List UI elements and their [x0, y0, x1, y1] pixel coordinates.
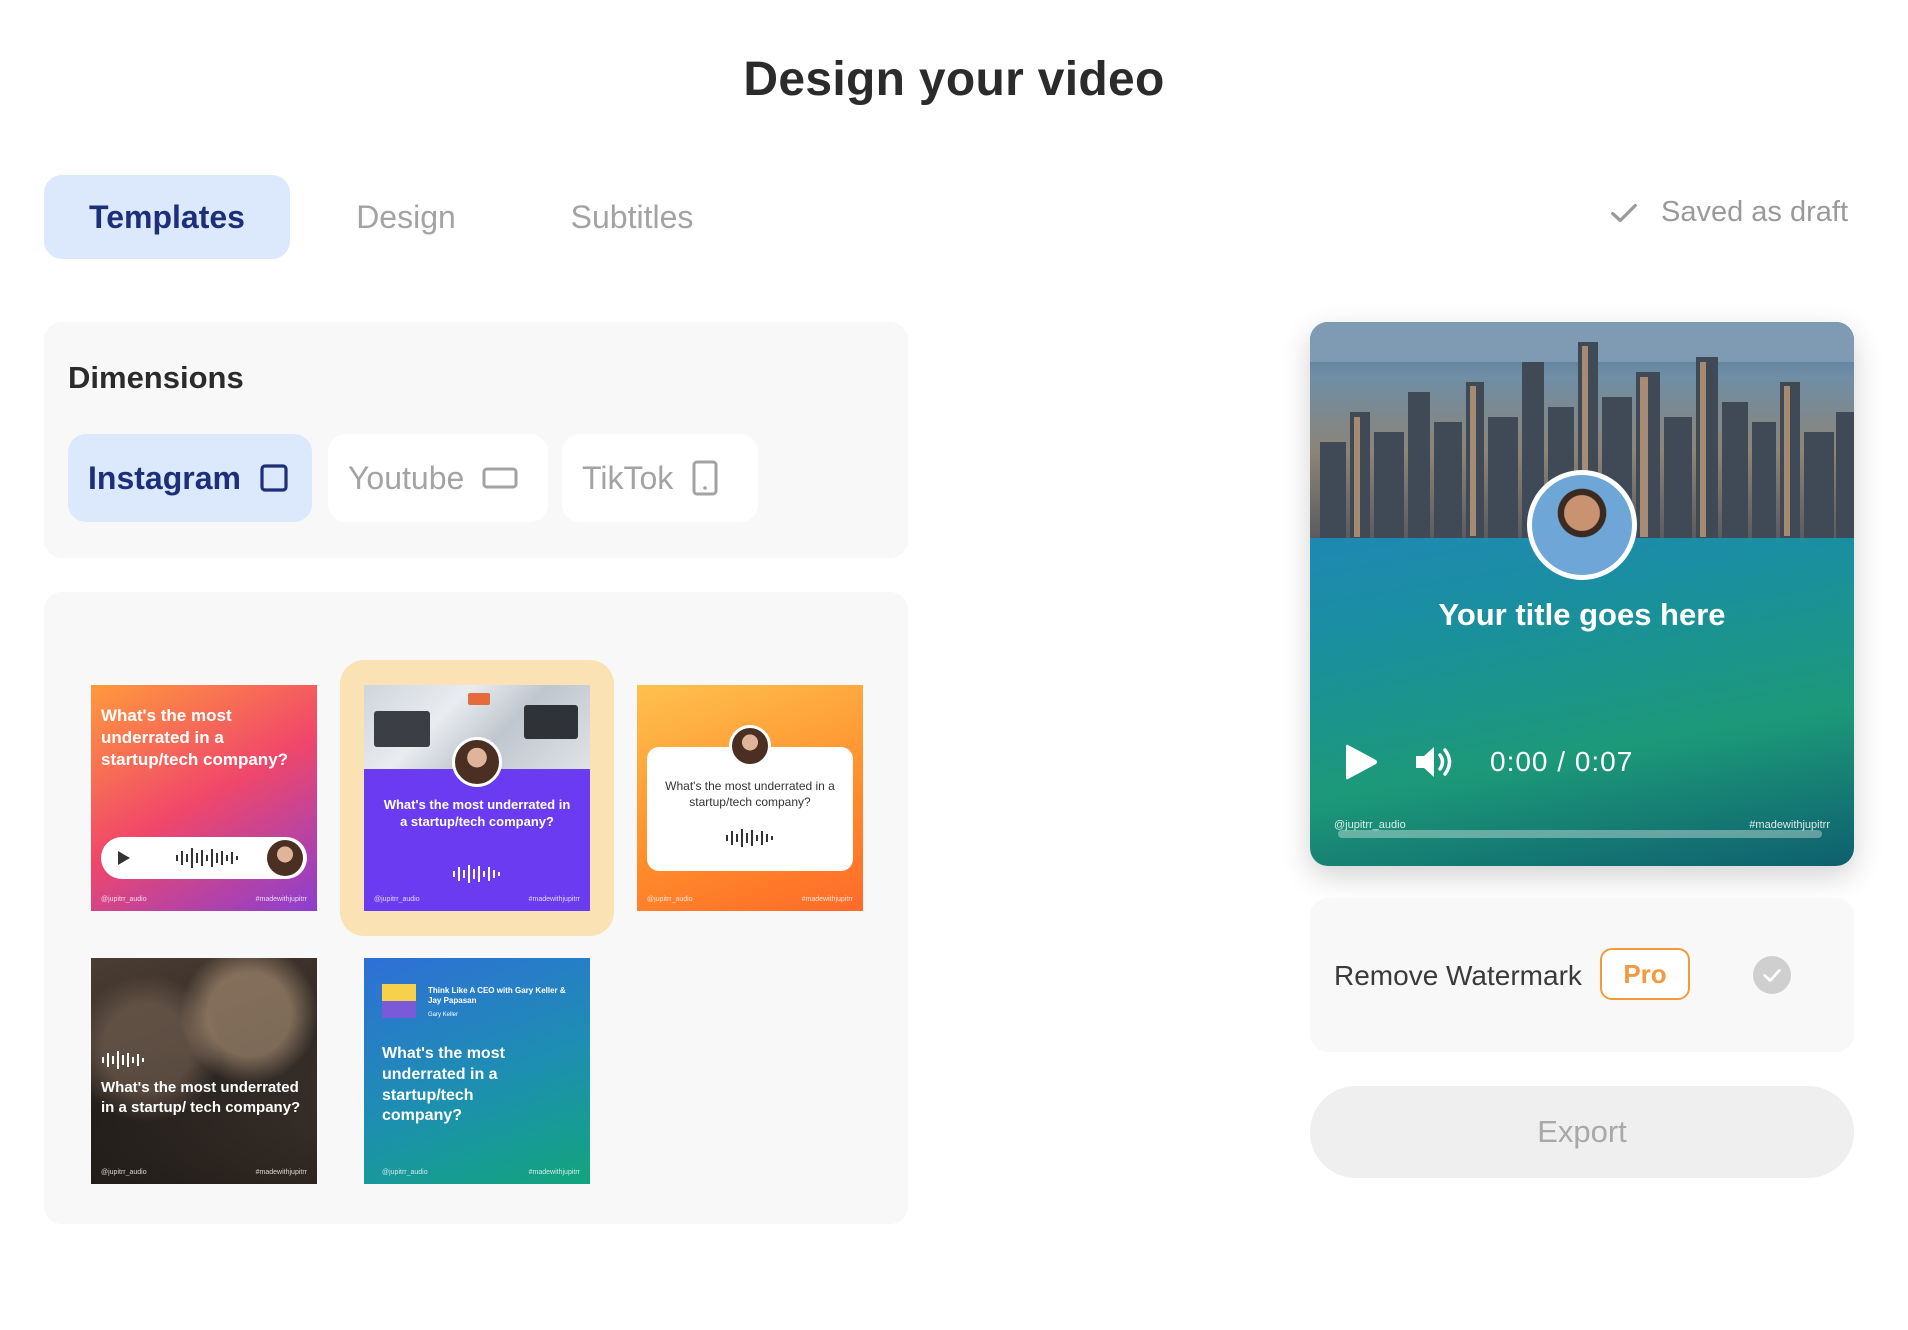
dimension-tiktok-button[interactable]: TikTok	[562, 434, 758, 522]
volume-icon[interactable]	[1414, 744, 1456, 780]
avatar	[267, 840, 303, 876]
portrait-icon	[692, 460, 718, 496]
saved-status: Saved as draft	[1609, 196, 1848, 229]
template-question: What's the most underrated in a startup/…	[382, 1045, 505, 1125]
avatar	[452, 737, 502, 787]
podcast-title: Think Like A CEO with Gary Keller & Jay …	[428, 986, 566, 1006]
template-tag: #madewithjupitrr	[801, 896, 853, 903]
remove-watermark-toggle[interactable]	[1753, 956, 1791, 994]
template-question: What's the most underrated in a startup/…	[101, 706, 289, 770]
dimensions-title: Dimensions	[68, 360, 244, 395]
host-avatar	[1527, 470, 1637, 580]
template-card-3[interactable]: What's the most underrated in a startup/…	[637, 685, 863, 911]
dimension-label: TikTok	[582, 459, 674, 496]
play-icon[interactable]	[1340, 742, 1380, 782]
template-handle: @jupitrr_audio	[374, 896, 420, 903]
dimension-youtube-button[interactable]: Youtube	[328, 434, 548, 522]
saved-status-text: Saved as draft	[1661, 196, 1848, 228]
podcast-host: Gary Keller	[428, 1012, 459, 1018]
check-icon	[1611, 203, 1637, 222]
template-handle: @jupitrr_audio	[647, 896, 693, 903]
audio-player-bar	[101, 837, 307, 879]
page-title: Design your video	[743, 53, 1165, 106]
waveform-icon	[102, 1051, 144, 1069]
preview-tag: #madewithjupitrr	[1749, 819, 1830, 831]
video-preview: Your title goes here 0:00 / 0:07 @jupitr…	[1310, 322, 1854, 866]
template-card-1[interactable]: What's the most underrated in a startup/…	[91, 685, 317, 911]
pro-badge[interactable]: Pro	[1600, 948, 1690, 1000]
playback-time: 0:00 / 0:07	[1490, 746, 1634, 777]
waveform-icon	[453, 865, 500, 883]
template-tag: #madewithjupitrr	[528, 1169, 580, 1176]
dimension-label: Youtube	[348, 459, 465, 496]
preview-handle: @jupitrr_audio	[1334, 819, 1406, 831]
playback-progress-bar[interactable]	[1338, 830, 1822, 838]
dimensions-panel: Dimensions Instagram Youtube TikTok	[44, 322, 908, 558]
template-tag: #madewithjupitrr	[255, 1169, 307, 1176]
template-question: What's the most underrated in a startup/…	[665, 779, 835, 809]
tab-subtitles[interactable]: Subtitles	[522, 175, 742, 259]
landscape-icon	[482, 467, 518, 489]
template-question: What's the most underrated in a startup/…	[383, 797, 571, 829]
preview-title: Your title goes here	[1438, 597, 1726, 632]
tab-bar: Templates Design Subtitles	[44, 175, 742, 259]
template-card-4[interactable]: What's the most underrated in a startup/…	[91, 958, 317, 1184]
avatar	[729, 725, 771, 767]
remove-watermark-label: Remove Watermark	[1334, 960, 1582, 991]
export-button[interactable]: Export	[1310, 1086, 1854, 1178]
check-icon	[1763, 969, 1781, 982]
template-tag: #madewithjupitrr	[528, 896, 580, 903]
tab-templates[interactable]: Templates	[44, 175, 290, 259]
template-photo	[91, 958, 317, 1184]
template-card-2[interactable]: What's the most underrated in a startup/…	[364, 685, 590, 911]
templates-panel: What's the most underrated in a startup/…	[44, 592, 908, 1224]
template-tag: #madewithjupitrr	[255, 896, 307, 903]
podcast-cover	[382, 984, 416, 1018]
tab-design[interactable]: Design	[290, 175, 522, 259]
template-question: What's the most underrated in a startup/…	[101, 1079, 301, 1116]
remove-watermark-panel: Remove Watermark Pro	[1310, 898, 1854, 1052]
dimension-label: Instagram	[88, 459, 241, 496]
square-icon	[260, 464, 288, 492]
template-handle: @jupitrr_audio	[382, 1169, 428, 1176]
waveform-icon	[726, 829, 773, 847]
play-icon	[118, 851, 130, 865]
template-card-5[interactable]: Think Like A CEO with Gary Keller & Jay …	[364, 958, 590, 1184]
template-handle: @jupitrr_audio	[101, 1169, 147, 1176]
waveform-icon	[176, 848, 238, 868]
template-handle: @jupitrr_audio	[101, 896, 147, 903]
player-controls: 0:00 / 0:07	[1340, 742, 1633, 782]
dimension-instagram-button[interactable]: Instagram	[68, 434, 312, 522]
